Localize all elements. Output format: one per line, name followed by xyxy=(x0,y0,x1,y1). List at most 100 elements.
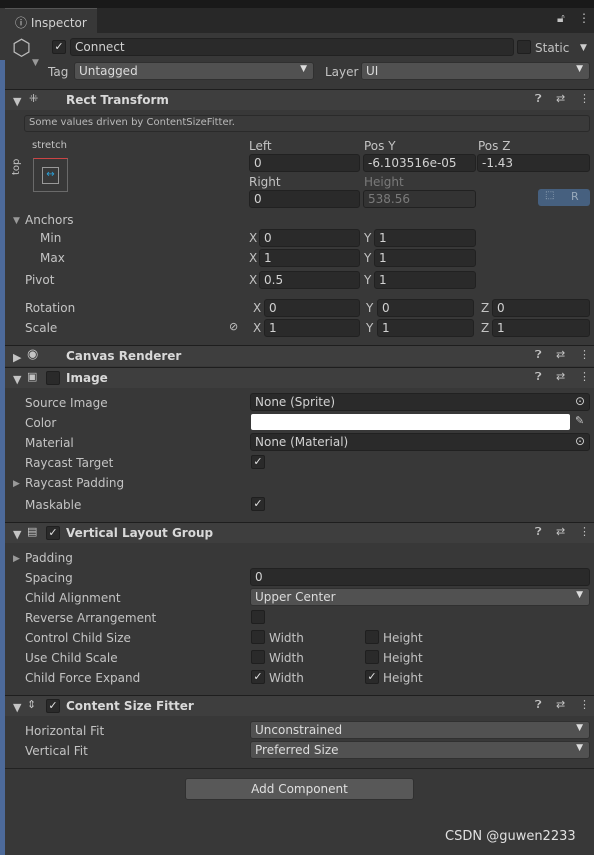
scale-z-field[interactable]: 1 xyxy=(492,319,590,337)
help-icon[interactable]: ❓︎ xyxy=(535,525,542,539)
control-height-checkbox[interactable] xyxy=(365,630,379,644)
static-checkbox[interactable] xyxy=(517,40,531,54)
anchor-min-y-field[interactable]: 1 xyxy=(374,229,476,247)
raycast-target-label: Raycast Target xyxy=(25,456,114,470)
anchors-label[interactable]: Anchors xyxy=(25,213,74,227)
object-picker-icon[interactable]: ⊙ xyxy=(575,434,585,448)
raycast-target-checkbox[interactable]: ✓ xyxy=(251,455,265,469)
maskable-checkbox[interactable]: ✓ xyxy=(251,497,265,511)
control-width-checkbox[interactable] xyxy=(251,630,265,644)
material-field[interactable]: None (Material) ⊙ xyxy=(250,433,590,451)
gameobject-cube-icon[interactable]: ⬡ xyxy=(12,36,31,61)
help-icon[interactable]: ❓︎ xyxy=(535,92,542,106)
fold-arrow-icon[interactable]: ▼ xyxy=(13,701,21,714)
anchor-presets-button[interactable]: ↔ xyxy=(33,158,68,192)
fold-arrow-icon[interactable]: ▶ xyxy=(13,554,20,564)
help-icon[interactable]: ❓︎ xyxy=(535,348,542,362)
layer-dropdown[interactable]: UI ▼ xyxy=(361,62,590,80)
top-toolbar xyxy=(0,0,594,8)
rotation-y-field[interactable]: 0 xyxy=(377,299,474,317)
width-label: Width xyxy=(269,671,304,685)
pivot-y-field[interactable]: 1 xyxy=(374,271,476,289)
raycast-padding-label[interactable]: Raycast Padding xyxy=(25,476,124,490)
anchor-min-x-field[interactable]: 0 xyxy=(259,229,360,247)
rotation-x-field[interactable]: 0 xyxy=(264,299,360,317)
expand-height-checkbox[interactable]: ✓ xyxy=(365,670,379,684)
rect-transform-header[interactable]: ▼ ⁜ Rect Transform ❓︎ ⇄ ⋮ xyxy=(5,89,594,110)
scale-height-checkbox[interactable] xyxy=(365,650,379,664)
vertical-fit-value: Preferred Size xyxy=(255,743,339,757)
watermark: CSDN @guwen2233 xyxy=(445,829,576,844)
vertical-fit-dropdown[interactable]: Preferred Size ▼ xyxy=(250,741,590,759)
csf-enabled-checkbox[interactable]: ✓ xyxy=(46,699,60,713)
posz-field[interactable]: -1.43 xyxy=(477,154,590,172)
content-size-fitter-header[interactable]: ▼ ⇕ ✓ Content Size Fitter ❓︎ ⇄ ⋮ xyxy=(5,695,594,716)
x-label: X xyxy=(249,251,258,265)
blueprint-raw-toggle[interactable]: ⬚ R xyxy=(538,189,590,206)
layer-value: UI xyxy=(366,64,379,78)
posy-field[interactable]: -6.103516e-05 xyxy=(363,154,476,172)
child-alignment-dropdown[interactable]: Upper Center ▼ xyxy=(250,588,590,606)
image-enabled-checkbox[interactable] xyxy=(46,371,60,385)
chevron-down-icon: ▼ xyxy=(576,590,583,600)
fold-arrow-icon[interactable]: ▶ xyxy=(13,479,20,489)
vertical-layout-group-header[interactable]: ▼ ▤ ✓ Vertical Layout Group ❓︎ ⇄ ⋮ xyxy=(5,522,594,543)
right-field[interactable]: 0 xyxy=(249,190,360,208)
image-header[interactable]: ▼ ▣ Image ❓︎ ⇄ ⋮ xyxy=(5,367,594,388)
color-swatch[interactable] xyxy=(251,414,570,430)
more-icon[interactable]: ⋮ xyxy=(579,525,590,538)
more-icon[interactable]: ⋮ xyxy=(579,370,590,383)
anchor-max-y-field[interactable]: 1 xyxy=(374,249,476,267)
posy-label: Pos Y xyxy=(364,139,396,153)
spacing-field[interactable]: 0 xyxy=(250,568,590,586)
fold-arrow-icon[interactable]: ▼ xyxy=(13,95,21,108)
fold-arrow-icon[interactable]: ▼ xyxy=(13,373,21,386)
expand-width-checkbox[interactable]: ✓ xyxy=(251,670,265,684)
scale-width-checkbox[interactable] xyxy=(251,650,265,664)
fold-arrow-icon[interactable]: ▼ xyxy=(13,528,21,541)
presets-icon[interactable]: ⇄ xyxy=(556,348,565,361)
horizontal-fit-dropdown[interactable]: Unconstrained ▼ xyxy=(250,721,590,739)
more-icon[interactable]: ⋮ xyxy=(579,92,590,105)
scale-x-field[interactable]: 1 xyxy=(264,319,360,337)
add-component-button[interactable]: Add Component xyxy=(185,778,414,800)
presets-icon[interactable]: ⇄ xyxy=(556,370,565,383)
raw-edit-button[interactable]: R xyxy=(571,190,579,203)
presets-icon[interactable]: ⇄ xyxy=(556,698,565,711)
reverse-arrangement-checkbox[interactable] xyxy=(251,610,265,624)
name-field[interactable]: Connect xyxy=(70,38,514,56)
more-icon[interactable]: ⋮ xyxy=(579,348,590,361)
static-dropdown-arrow[interactable]: ▼ xyxy=(580,43,587,53)
help-icon[interactable]: ❓︎ xyxy=(535,370,542,384)
eyedropper-icon[interactable]: ✎ xyxy=(575,414,584,427)
source-image-field[interactable]: None (Sprite) ⊙ xyxy=(250,393,590,411)
blueprint-icon[interactable]: ⬚ xyxy=(545,190,554,201)
vlg-enabled-checkbox[interactable]: ✓ xyxy=(46,526,60,540)
component-title: Canvas Renderer xyxy=(66,349,182,363)
rotation-z-field[interactable]: 0 xyxy=(492,299,590,317)
anchor-max-x-field[interactable]: 1 xyxy=(259,249,360,267)
presets-icon[interactable]: ⇄ xyxy=(556,92,565,105)
object-picker-icon[interactable]: ⊙ xyxy=(575,394,585,408)
width-label: Width xyxy=(269,631,304,645)
more-icon[interactable]: ⋮ xyxy=(579,698,590,711)
canvas-renderer-header[interactable]: ▶ ◉ Canvas Renderer ❓︎ ⇄ ⋮ xyxy=(5,345,594,366)
y-label: Y xyxy=(366,301,374,315)
tab-inspector[interactable]: ⓘ Inspector xyxy=(5,8,97,33)
rotation-label: Rotation xyxy=(25,301,76,315)
fold-arrow-icon[interactable]: ▶ xyxy=(13,351,21,364)
constrain-proportions-icon[interactable]: ⊘ xyxy=(229,320,238,333)
presets-icon[interactable]: ⇄ xyxy=(556,525,565,538)
lock-icon[interactable]: 🔓︎ xyxy=(557,11,565,26)
help-icon[interactable]: ❓︎ xyxy=(535,698,542,712)
more-icon[interactable]: ⋮ xyxy=(578,11,590,25)
fold-arrow-icon[interactable]: ▼ xyxy=(13,216,20,226)
left-field[interactable]: 0 xyxy=(249,154,360,172)
tag-dropdown[interactable]: Untagged ▼ xyxy=(74,62,314,80)
scale-y-field[interactable]: 1 xyxy=(377,319,474,337)
pivot-x-field[interactable]: 0.5 xyxy=(259,271,360,289)
padding-label[interactable]: Padding xyxy=(25,551,73,565)
icon-dropdown-arrow[interactable]: ▼ xyxy=(32,58,39,68)
anchor-v-label: top xyxy=(11,158,22,175)
active-checkbox[interactable]: ✓ xyxy=(52,40,66,54)
